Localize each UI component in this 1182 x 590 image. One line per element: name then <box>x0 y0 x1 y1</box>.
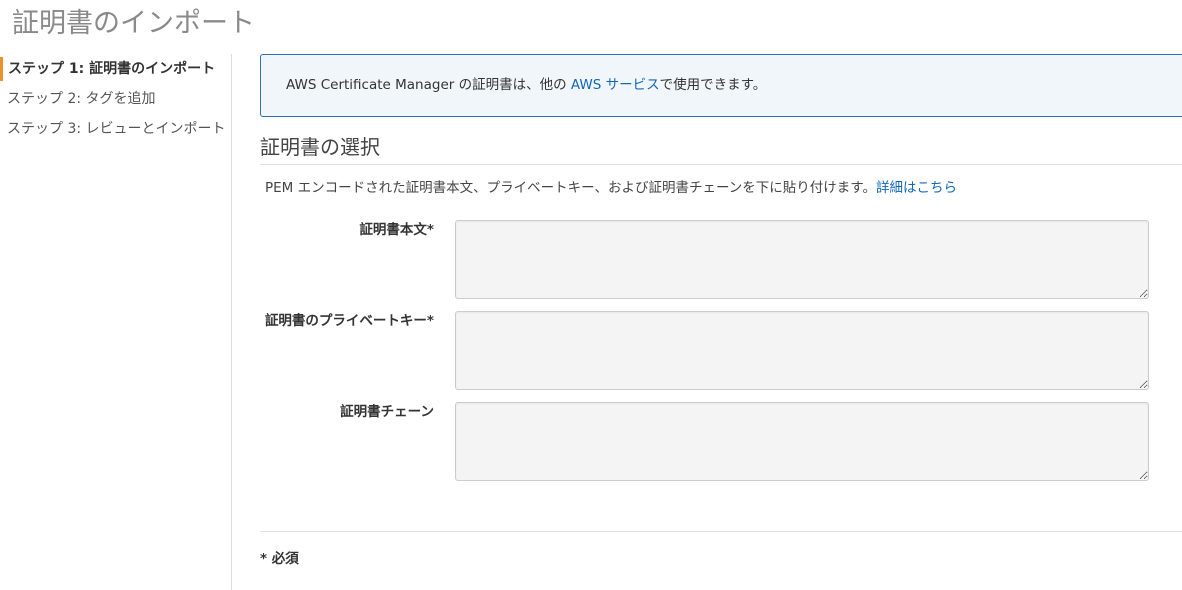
section-title: 証明書の選択 <box>260 135 380 159</box>
certificate-body-label: 証明書本文* <box>359 222 434 238</box>
private-key-input[interactable] <box>455 311 1149 390</box>
sidebar-step-review-import[interactable]: ステップ 3: レビューとインポート <box>0 117 231 141</box>
certificate-chain-input[interactable] <box>455 402 1149 481</box>
sidebar-step-import[interactable]: ステップ 1: 証明書のインポート <box>0 57 231 81</box>
private-key-label: 証明書のプライベートキー* <box>264 313 434 329</box>
learn-more-link[interactable]: 詳細はこちら <box>876 180 957 196</box>
section-divider <box>260 164 1182 165</box>
description-text: PEM エンコードされた証明書本文、プライベートキー、および証明書チェーンを下に… <box>265 180 876 196</box>
info-alert: AWS Certificate Manager の証明書は、他の AWS サービ… <box>260 54 1182 117</box>
certificate-chain-label: 証明書チェーン <box>340 404 434 420</box>
page-title: 証明書のインポート <box>12 8 255 39</box>
section-description: PEM エンコードされた証明書本文、プライベートキー、および証明書チェーンを下に… <box>265 176 957 196</box>
footer-divider <box>260 531 1182 532</box>
info-text-before: AWS Certificate Manager の証明書は、他の <box>286 77 571 93</box>
wizard-steps-sidebar: ステップ 1: 証明書のインポート ステップ 2: タグを追加 ステップ 3: … <box>0 54 232 590</box>
sidebar-step-add-tags[interactable]: ステップ 2: タグを追加 <box>0 87 231 111</box>
required-note: * 必須 <box>260 551 299 567</box>
certificate-body-input[interactable] <box>455 220 1149 299</box>
aws-services-link[interactable]: AWS サービス <box>571 77 660 93</box>
info-text-after: で使用できます。 <box>659 77 767 93</box>
